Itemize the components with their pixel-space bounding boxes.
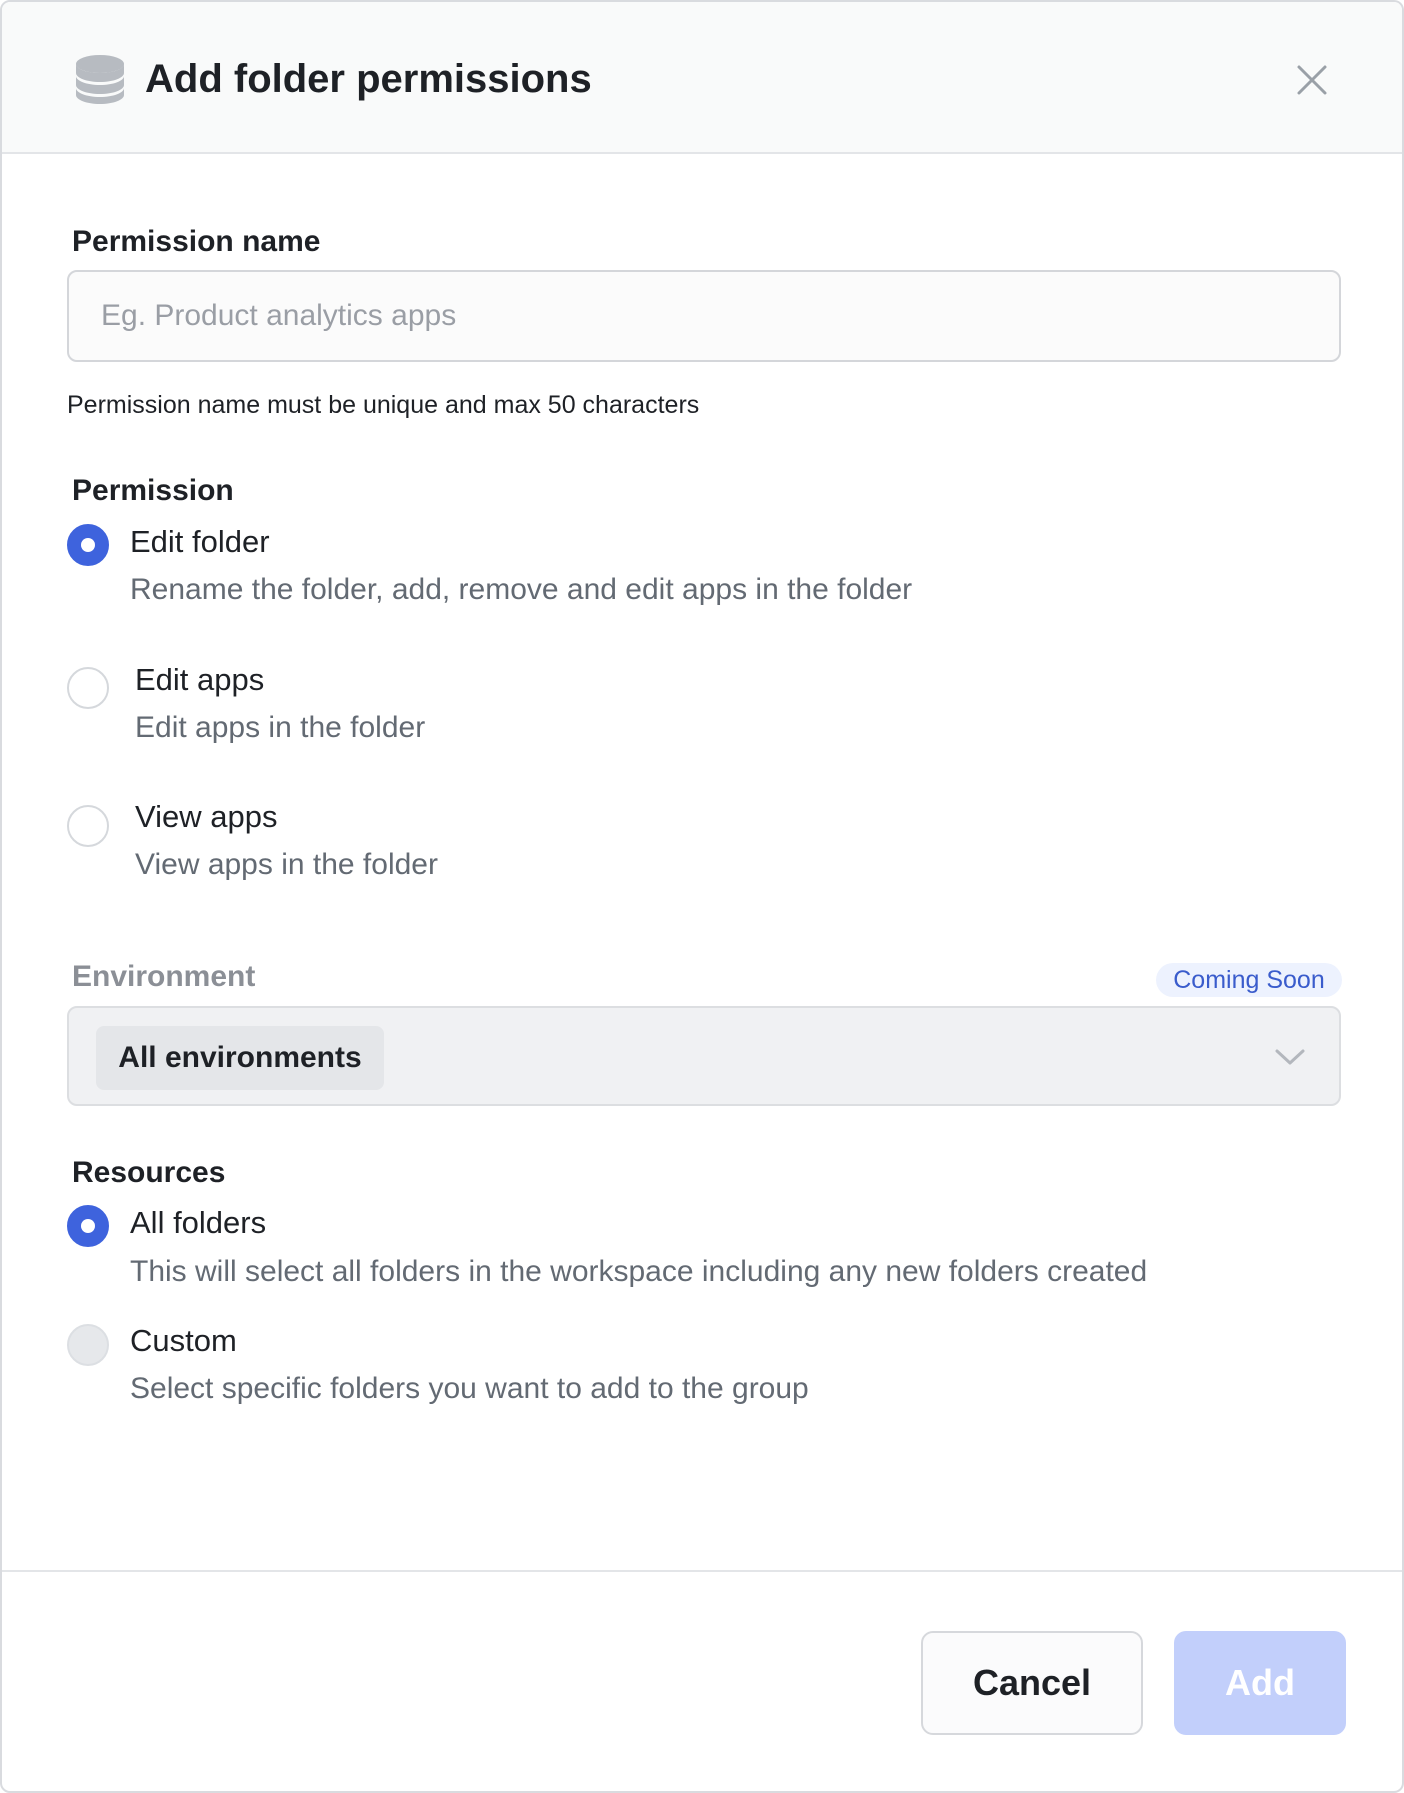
option-desc-all-folders: This will select all folders in the work… [130,1255,1148,1288]
option-title-edit-apps: Edit apps [135,662,265,697]
environment-label: Environment [72,960,256,993]
permission-name-input[interactable] [67,270,1341,362]
option-desc-edit-folder: Rename the folder, add, remove and edit … [130,573,913,606]
database-icon [76,55,124,104]
close-icon[interactable] [1292,60,1332,100]
radio-custom[interactable] [67,1324,109,1366]
permission-name-helper: Permission name must be unique and max 5… [67,391,700,419]
radio-view-apps[interactable] [67,805,109,847]
option-title-edit-folder: Edit folder [130,524,270,559]
add-folder-permissions-modal: Add folder permissions Permission name P… [0,0,1404,1793]
option-title-view-apps: View apps [135,799,278,834]
cancel-button[interactable]: Cancel [921,1631,1143,1735]
environment-select[interactable]: All environments [67,1006,1341,1106]
option-desc-custom: Select specific folders you want to add … [130,1372,809,1405]
footer-divider [2,1570,1402,1572]
modal-title: Add folder permissions [145,57,592,101]
option-desc-view-apps: View apps in the folder [135,848,438,881]
option-desc-edit-apps: Edit apps in the folder [135,711,426,744]
chevron-down-icon [1275,1049,1305,1065]
option-title-all-folders: All folders [130,1205,267,1240]
option-title-custom: Custom [130,1323,237,1358]
coming-soon-badge: Coming Soon [1156,963,1342,997]
add-button[interactable]: Add [1174,1631,1346,1735]
radio-edit-apps[interactable] [67,667,109,709]
environment-chip: All environments [96,1026,384,1090]
radio-edit-folder[interactable] [67,524,109,566]
permission-label: Permission [72,474,234,507]
permission-name-label: Permission name [72,225,321,258]
modal-header: Add folder permissions [2,2,1402,154]
radio-all-folders[interactable] [67,1205,109,1247]
resources-label: Resources [72,1156,226,1189]
